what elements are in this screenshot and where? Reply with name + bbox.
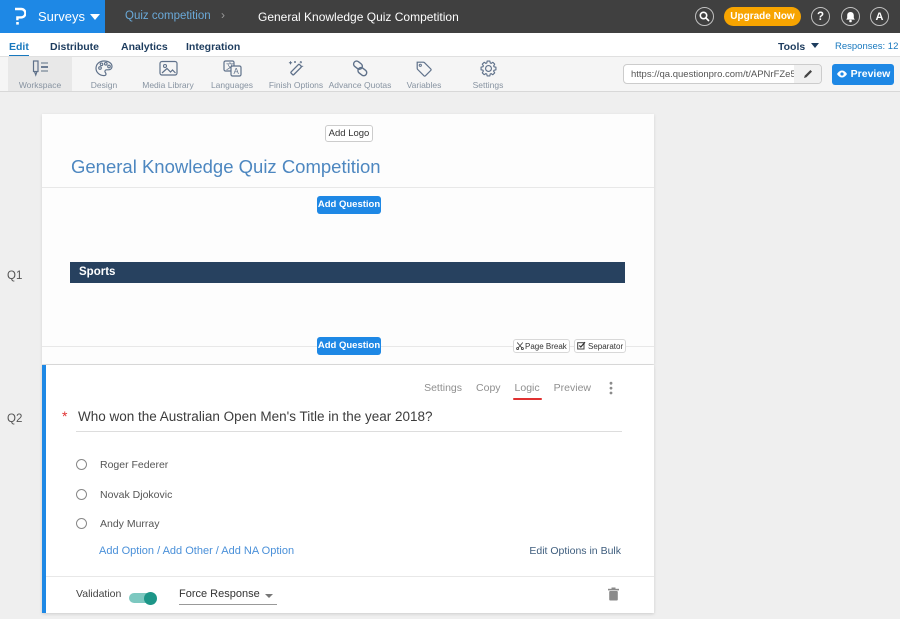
svg-text:A: A xyxy=(233,67,239,76)
